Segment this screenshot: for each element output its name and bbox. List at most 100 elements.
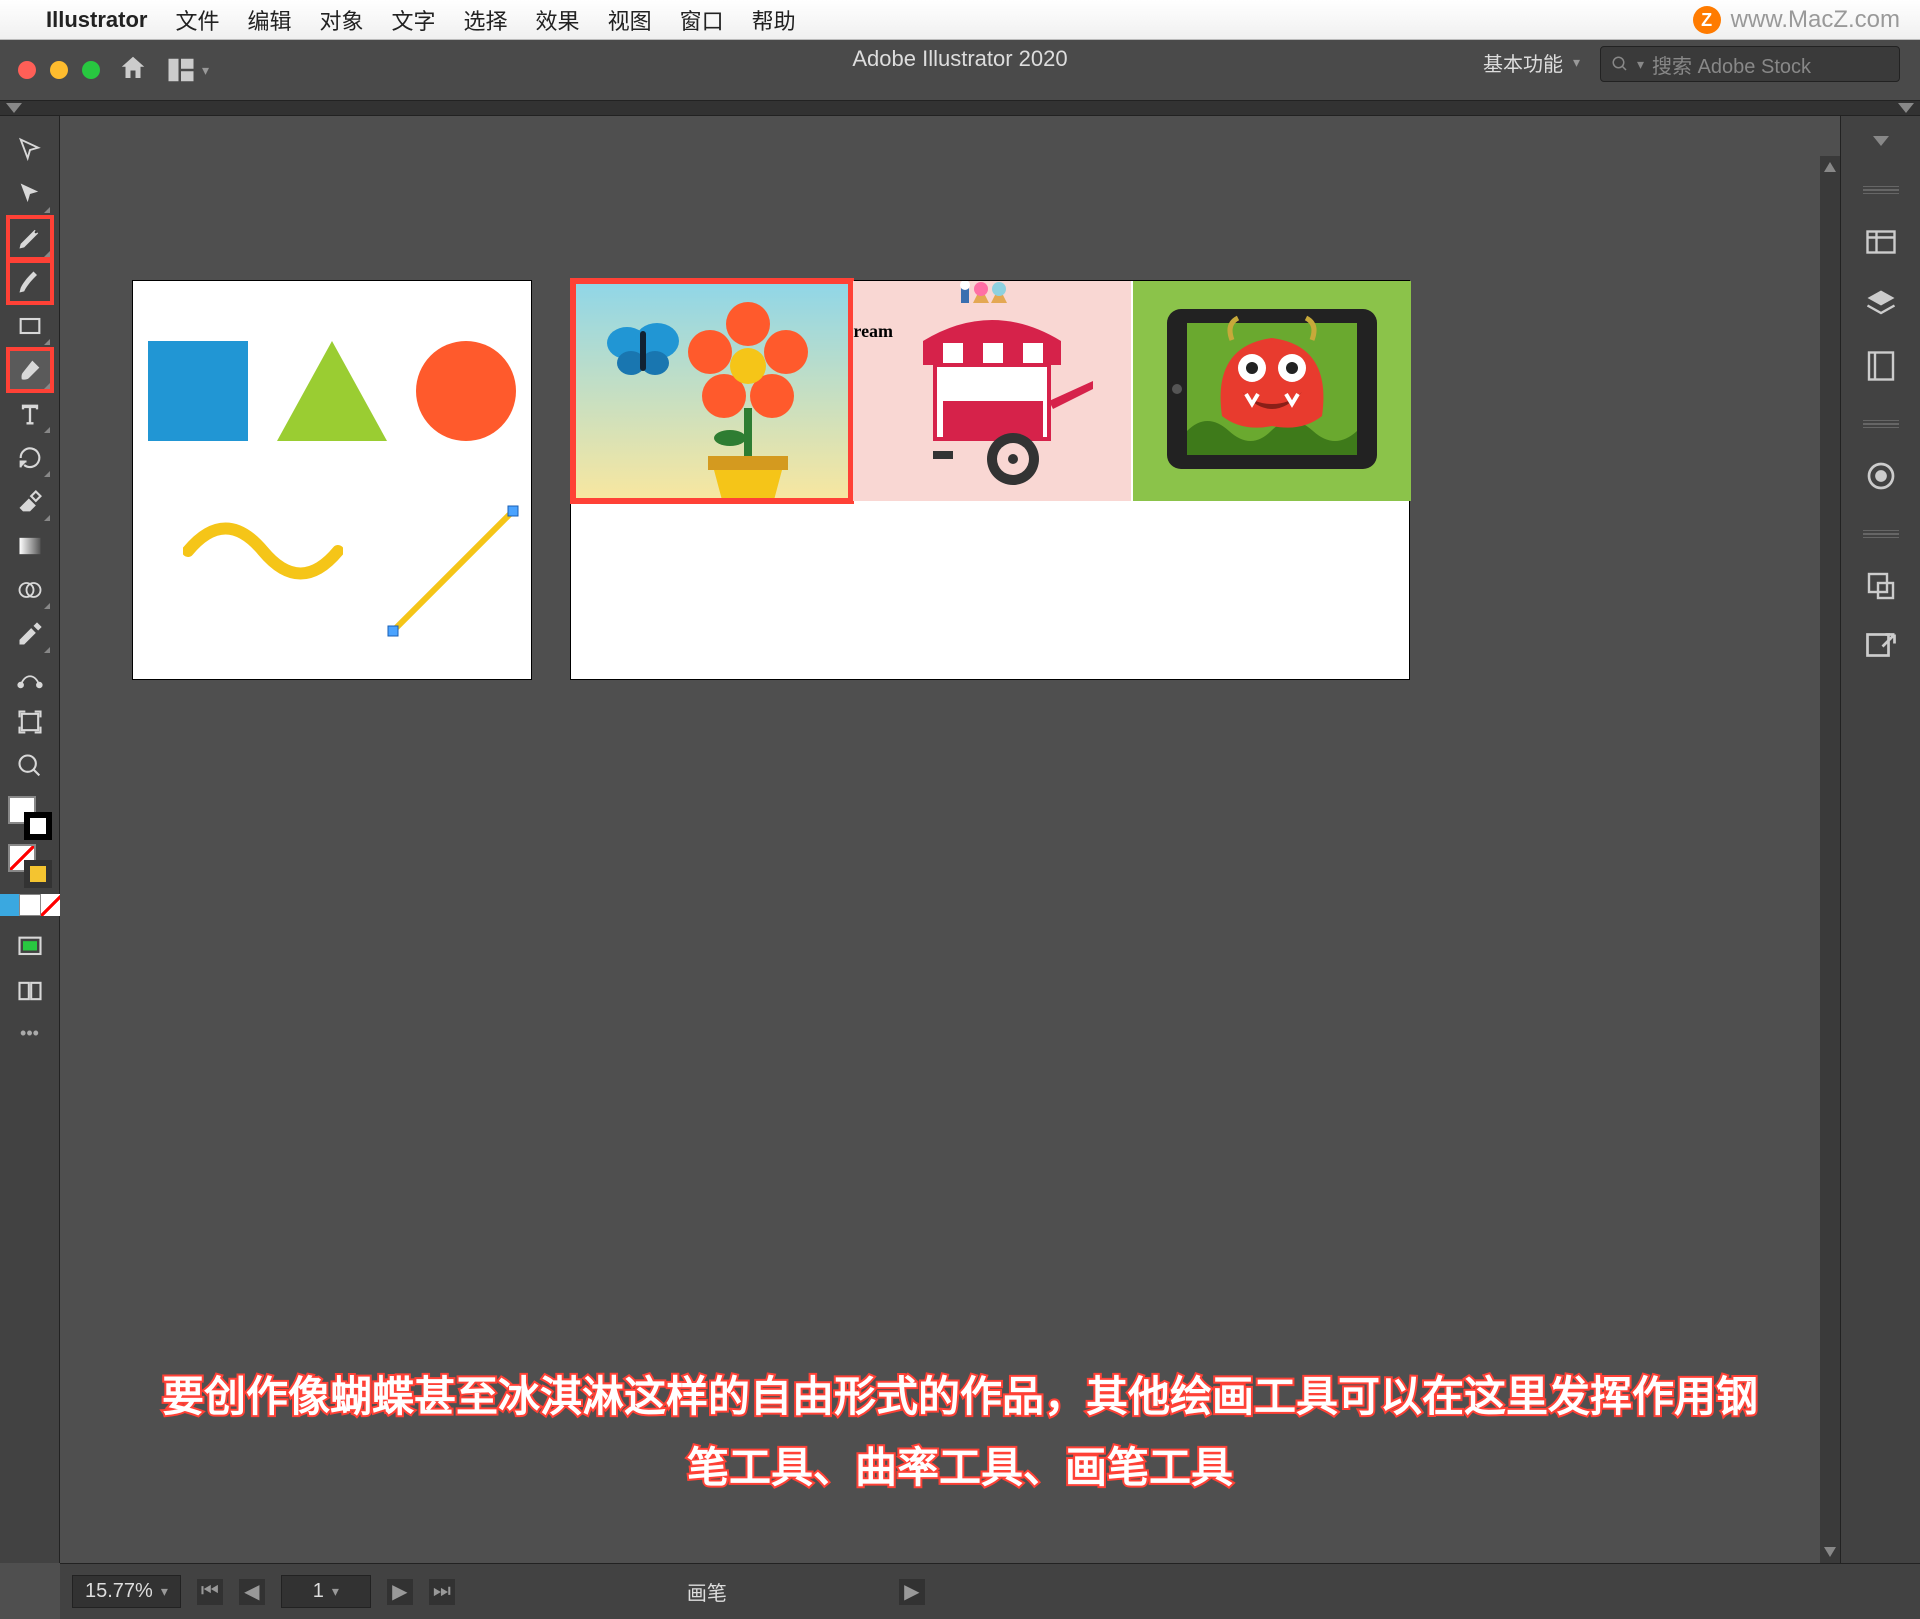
layers-panel-icon[interactable] xyxy=(1863,286,1899,322)
expand-left-icon[interactable] xyxy=(6,103,22,113)
menu-help[interactable]: 帮助 xyxy=(752,4,796,36)
zoom-value: 15.77% xyxy=(85,1580,153,1603)
search-stock-input[interactable]: ▾ 搜索 Adobe Stock xyxy=(1600,46,1900,82)
workspace-switcher[interactable]: 基本功能 ▾ xyxy=(1483,48,1580,77)
eraser-tool[interactable] xyxy=(8,481,52,523)
menu-type[interactable]: 文字 xyxy=(392,4,436,36)
right-panels xyxy=(1840,116,1920,1563)
awning-stripes-icon xyxy=(923,343,1061,365)
chevron-down-icon: ▾ xyxy=(202,62,209,79)
edit-toolbar-tool[interactable] xyxy=(8,970,52,1012)
artboard-shapes xyxy=(132,280,532,680)
expand-panels-icon[interactable] xyxy=(1873,136,1889,146)
control-bar-collapsed xyxy=(0,100,1920,116)
draw-normal-icon[interactable] xyxy=(0,894,19,916)
rectangle-tool[interactable] xyxy=(8,305,52,347)
canvas-area[interactable]: Ice Cream xyxy=(60,156,1820,1563)
menu-view[interactable]: 视图 xyxy=(608,4,652,36)
artboard-examples: Ice Cream xyxy=(570,280,1410,680)
libraries-panel-icon[interactable] xyxy=(1863,348,1899,384)
menu-file[interactable]: 文件 xyxy=(175,4,219,36)
search-icon xyxy=(1611,55,1629,73)
artboard-tool[interactable] xyxy=(8,701,52,743)
first-artboard-button[interactable]: ⏮ xyxy=(197,1579,223,1605)
asset-export-panel-icon[interactable] xyxy=(1863,568,1899,604)
curvature-tool[interactable] xyxy=(8,261,52,303)
rotate-tool[interactable] xyxy=(8,437,52,479)
macos-menubar: Illustrator 文件 编辑 对象 文字 选择 效果 视图 窗口 帮助 Z… xyxy=(0,0,1920,40)
artboard-number[interactable]: 1 ▾ xyxy=(281,1575,371,1608)
vertical-scrollbar[interactable] xyxy=(1820,156,1840,1563)
more-tools-icon[interactable]: ••• xyxy=(20,1023,39,1044)
icecream-cones-icon xyxy=(960,281,1007,303)
scroll-up-icon[interactable] xyxy=(1824,162,1836,172)
home-icon[interactable] xyxy=(118,53,148,88)
appearance-panel-icon[interactable] xyxy=(1863,458,1899,494)
direct-selection-tool[interactable] xyxy=(8,173,52,215)
layout-switch-icon[interactable]: ▾ xyxy=(166,55,209,85)
handle-icon xyxy=(1049,381,1093,409)
blend-tool[interactable] xyxy=(8,657,52,699)
paintbrush-tool[interactable] xyxy=(8,349,52,391)
square-shape xyxy=(148,341,248,441)
panel-grip-icon[interactable] xyxy=(1863,420,1899,428)
flower-icon xyxy=(688,302,808,468)
tools-panel: ••• xyxy=(0,116,60,1563)
minimize-window-button[interactable] xyxy=(50,61,68,79)
gradient-tool[interactable] xyxy=(8,525,52,567)
watermark-badge-icon: Z xyxy=(1693,6,1721,34)
zoom-tool[interactable] xyxy=(8,745,52,787)
shape-builder-tool[interactable] xyxy=(8,569,52,611)
next-artboard-button[interactable]: ▶ xyxy=(387,1579,413,1605)
search-placeholder: 搜索 Adobe Stock xyxy=(1652,50,1811,79)
menu-edit[interactable]: 编辑 xyxy=(247,4,291,36)
chevron-down-icon: ▾ xyxy=(332,1583,339,1600)
properties-panel-icon[interactable] xyxy=(1863,224,1899,260)
zoom-dropdown[interactable]: 15.77% ▾ xyxy=(72,1575,181,1608)
panel-grip-icon[interactable] xyxy=(1863,186,1899,194)
circle-shape xyxy=(416,341,516,441)
maximize-window-button[interactable] xyxy=(82,61,100,79)
fill-stroke-none[interactable] xyxy=(8,844,52,888)
caption-line1: 要创作像蝴蝶甚至冰淇淋这样的自由形式的作品，其他绘画工具可以在这里发挥作用钢 xyxy=(162,1373,1758,1420)
selection-tool[interactable] xyxy=(8,129,52,171)
status-next-button[interactable]: ▶ xyxy=(899,1579,925,1605)
menu-window[interactable]: 窗口 xyxy=(680,4,724,36)
prev-artboard-button[interactable]: ◀ xyxy=(239,1579,265,1605)
caption-line2: 笔工具、曲率工具、画笔工具 xyxy=(0,1436,1920,1499)
workspace-label: 基本功能 xyxy=(1483,48,1563,77)
type-tool[interactable] xyxy=(8,393,52,435)
wave-path xyxy=(183,521,343,581)
last-artboard-button[interactable]: ⏭ xyxy=(429,1579,455,1605)
artboard-value: 1 xyxy=(313,1580,324,1603)
menu-object[interactable]: 对象 xyxy=(320,4,364,36)
tutorial-caption: 要创作像蝴蝶甚至冰淇淋这样的自由形式的作品，其他绘画工具可以在这里发挥作用钢 笔… xyxy=(0,1365,1920,1499)
expand-right-icon[interactable] xyxy=(1898,103,1914,113)
pen-tool[interactable] xyxy=(8,217,52,259)
icecream-banner-text: Ice Cream xyxy=(853,321,893,341)
chevron-down-icon: ▾ xyxy=(1573,54,1580,71)
menu-select[interactable]: 选择 xyxy=(464,4,508,36)
window-controls xyxy=(18,61,100,79)
scroll-down-icon[interactable] xyxy=(1824,1547,1836,1557)
fill-stroke-swatches[interactable] xyxy=(8,796,52,840)
draw-behind-icon[interactable] xyxy=(19,894,41,916)
draw-mode-row xyxy=(0,894,63,916)
eyedropper-tool[interactable] xyxy=(8,613,52,655)
example-flower xyxy=(573,281,851,501)
screen-mode-tool[interactable] xyxy=(8,926,52,968)
example-monster xyxy=(1133,281,1411,501)
example-icecream: Ice Cream xyxy=(853,281,1131,501)
close-window-button[interactable] xyxy=(18,61,36,79)
stroke-swatch[interactable] xyxy=(24,812,52,840)
status-bar: 15.77% ▾ ⏮ ◀ 1 ▾ ▶ ⏭ 画笔 ▶ xyxy=(60,1563,1920,1619)
cart-base xyxy=(943,401,1043,441)
color-swatch[interactable] xyxy=(24,860,52,888)
triangle-shape xyxy=(277,341,387,441)
chevron-down-icon: ▾ xyxy=(161,1583,168,1600)
menu-effect[interactable]: 效果 xyxy=(536,4,580,36)
app-menu[interactable]: Illustrator xyxy=(46,7,147,33)
export-panel-icon[interactable] xyxy=(1863,630,1899,666)
panel-grip-icon[interactable] xyxy=(1863,530,1899,538)
artboard-nav-label: 画笔 xyxy=(687,1577,727,1606)
